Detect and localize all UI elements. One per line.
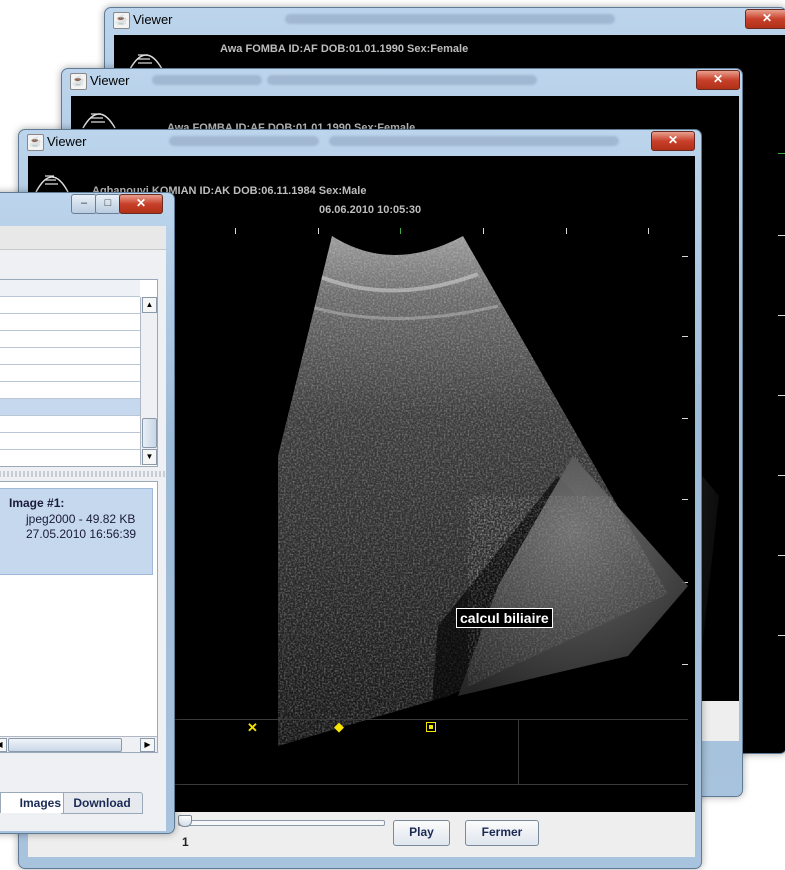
scroll-down-icon[interactable]: ▼ bbox=[142, 449, 157, 465]
scale-tick bbox=[778, 153, 785, 154]
java-icon: ☕ bbox=[113, 12, 130, 29]
annotation-label[interactable]: calcul biliaire bbox=[456, 608, 553, 628]
slider-thumb[interactable] bbox=[178, 815, 192, 827]
title-bar[interactable]: ☕ Viewer ✕ bbox=[105, 8, 785, 32]
play-button[interactable]: Play bbox=[393, 820, 450, 846]
scale-tick bbox=[778, 555, 785, 556]
diamond-marker-icon: ◆ bbox=[334, 719, 344, 734]
scale-tick bbox=[778, 475, 785, 476]
close-window-button[interactable]: ✕ bbox=[745, 9, 785, 29]
window-title: Viewer bbox=[133, 12, 173, 27]
divider bbox=[518, 719, 519, 784]
tab-images-label-visible: Images bbox=[19, 796, 61, 810]
ultrasound-probe-icon bbox=[82, 113, 116, 129]
scroll-up-icon[interactable]: ▲ bbox=[142, 297, 157, 313]
list-item[interactable] bbox=[0, 297, 140, 314]
tab-download-visible[interactable]: Download bbox=[61, 792, 143, 814]
blurred-title-text bbox=[329, 136, 619, 146]
scale-tick bbox=[778, 235, 785, 236]
browser-content: ▲ ▼ Image #1: jpeg2000 - 49.82 KB 27.05.… bbox=[0, 226, 166, 831]
list-item[interactable] bbox=[0, 382, 140, 399]
list-item[interactable] bbox=[0, 348, 140, 365]
title-bar[interactable]: ‒ □ ✕ bbox=[0, 193, 174, 217]
frame-slider[interactable] bbox=[178, 815, 385, 827]
patient-info: Awa FOMBA ID:AF DOB:01.01.1990 Sex:Femal… bbox=[220, 43, 469, 55]
annotation-text: calcul biliaire bbox=[460, 610, 549, 626]
image-browser-window: ‒ □ ✕ ▲ ▼ Image #1: jpeg2000 - 49.82 KB … bbox=[0, 192, 175, 834]
blurred-title-text bbox=[267, 75, 537, 85]
list-item[interactable] bbox=[0, 331, 140, 348]
image-title: Image #1: bbox=[9, 496, 65, 510]
maximize-button[interactable]: □ bbox=[95, 194, 121, 214]
title-bar[interactable]: ☕ Viewer ✕ bbox=[19, 130, 701, 154]
slider-track bbox=[178, 820, 385, 826]
scale-tick bbox=[778, 395, 785, 396]
slider-value: 1 bbox=[182, 835, 189, 849]
list-item-selected[interactable] bbox=[0, 399, 140, 416]
list-header bbox=[0, 280, 140, 297]
close-button[interactable]: Fermer bbox=[465, 820, 539, 846]
image-card-selected[interactable]: Image #1: jpeg2000 - 49.82 KB 27.05.2010… bbox=[0, 488, 153, 575]
minimize-button[interactable]: ‒ bbox=[71, 194, 97, 214]
x-marker-icon: ✕ bbox=[247, 720, 258, 735]
list-item[interactable] bbox=[0, 416, 140, 433]
close-window-button[interactable]: ✕ bbox=[651, 131, 695, 151]
title-bar[interactable]: ☕ Viewer ✕ bbox=[62, 69, 742, 93]
list-item[interactable] bbox=[0, 365, 140, 382]
list-item[interactable] bbox=[0, 433, 140, 450]
square-marker-icon bbox=[426, 722, 436, 732]
scroll-right-icon[interactable]: ▶ bbox=[140, 738, 155, 752]
image-date: 27.05.2010 16:56:39 bbox=[26, 527, 137, 541]
scroll-thumb[interactable] bbox=[142, 418, 157, 448]
image-format: jpeg2000 - 49.82 KB bbox=[26, 512, 136, 526]
blurred-title-text bbox=[285, 14, 615, 24]
scale-tick bbox=[778, 315, 785, 316]
vertical-scrollbar[interactable]: ▲ ▼ bbox=[140, 297, 157, 465]
list-item[interactable] bbox=[0, 314, 140, 331]
series-list[interactable]: ▲ ▼ bbox=[0, 279, 158, 467]
image-info-panel: Image #1: jpeg2000 - 49.82 KB 27.05.2010… bbox=[0, 481, 158, 753]
java-icon: ☕ bbox=[70, 73, 87, 90]
tab-images-visible[interactable]: Images bbox=[0, 792, 64, 813]
horizontal-scrollbar[interactable]: ◀ ▶ bbox=[0, 736, 157, 752]
tab-download-label: Download bbox=[73, 796, 131, 810]
blurred-title-text bbox=[152, 75, 262, 85]
toolbar bbox=[0, 226, 166, 250]
scroll-thumb[interactable] bbox=[8, 738, 122, 752]
splitter[interactable] bbox=[0, 471, 166, 477]
java-icon: ☕ bbox=[27, 134, 44, 151]
window-title: Viewer bbox=[47, 134, 87, 149]
blurred-title-text bbox=[169, 136, 319, 146]
scroll-left-icon[interactable]: ◀ bbox=[0, 738, 7, 752]
close-window-button[interactable]: ✕ bbox=[119, 194, 163, 214]
window-title: Viewer bbox=[90, 73, 130, 88]
scale-tick bbox=[778, 635, 785, 636]
close-window-button[interactable]: ✕ bbox=[696, 70, 740, 90]
